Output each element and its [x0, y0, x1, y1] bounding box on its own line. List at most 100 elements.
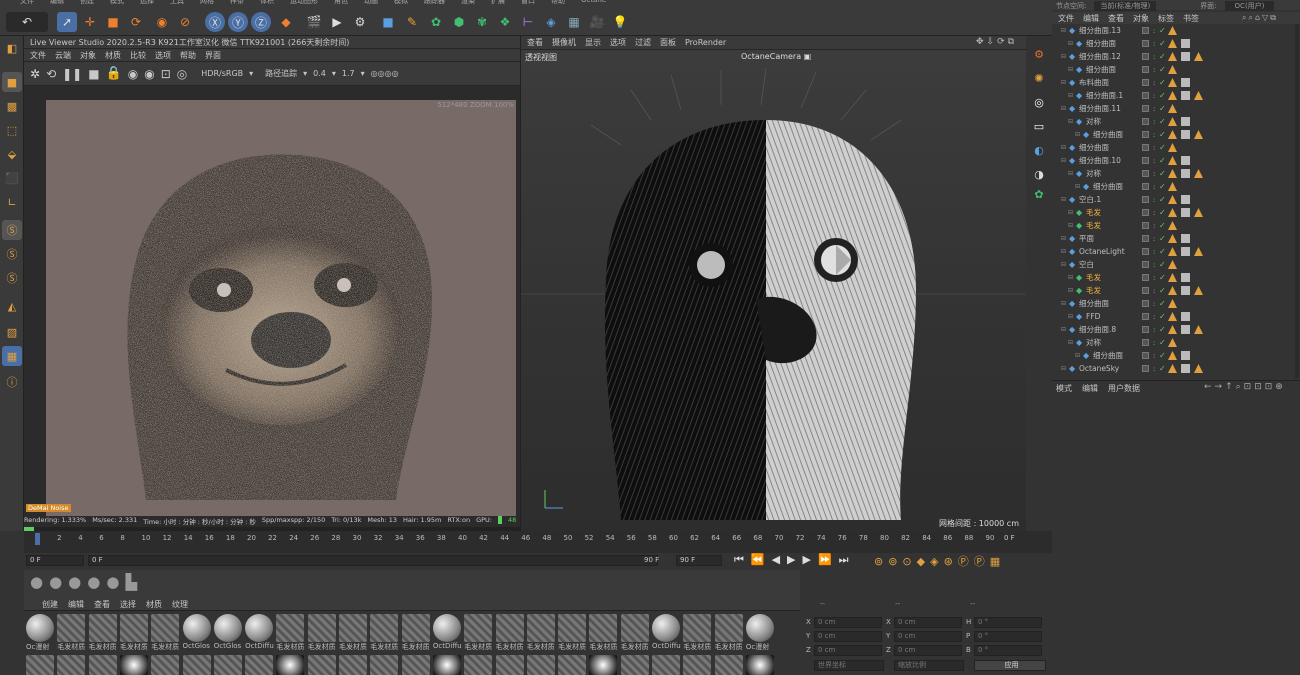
visibility-icon[interactable]: : — [1153, 235, 1155, 243]
layer-checkbox[interactable] — [1142, 170, 1149, 177]
material-swatch[interactable] — [339, 655, 367, 675]
visibility-icon[interactable]: : — [1153, 248, 1155, 256]
coord-value-field[interactable]: 0 ° — [974, 631, 1042, 642]
expand-icon[interactable]: ⊟ — [1061, 79, 1066, 86]
layer-checkbox[interactable] — [1142, 27, 1149, 34]
layer-checkbox[interactable] — [1142, 274, 1149, 281]
pause-icon[interactable]: ❚❚ — [62, 67, 82, 81]
tracing-select[interactable]: 路径追踪 — [265, 68, 297, 79]
menu-item[interactable]: 帮助 — [551, 0, 565, 4]
octane-settings-icon[interactable]: ⚙ — [1029, 44, 1049, 64]
visibility-icon[interactable]: : — [1153, 92, 1155, 100]
menu-item[interactable]: 查看 — [94, 599, 110, 610]
material-swatch[interactable] — [745, 614, 774, 642]
expand-icon[interactable]: ⊟ — [1068, 118, 1073, 125]
layer-checkbox[interactable] — [1142, 352, 1149, 359]
menu-item[interactable]: ProRender — [685, 38, 726, 47]
coord-value-field[interactable]: 0 cm — [894, 645, 962, 656]
expand-icon[interactable]: ⊟ — [1068, 209, 1073, 216]
coord-value-field[interactable]: 0 ° — [974, 645, 1042, 656]
object-row[interactable]: ⊟ ◆ 细分曲面: ✓ — [1054, 297, 1294, 310]
render-picture-icon[interactable]: ▶ — [327, 12, 347, 32]
make-editable-icon[interactable]: ■ — [2, 72, 22, 92]
timeline-playhead[interactable] — [35, 533, 40, 545]
menu-item[interactable]: 动画 — [364, 0, 378, 4]
material-swatch[interactable] — [620, 614, 649, 642]
layer-checkbox[interactable] — [1142, 66, 1149, 73]
layer-checkbox[interactable] — [1142, 222, 1149, 229]
lock-viewer-icon[interactable]: 🔒 — [106, 66, 122, 81]
material-swatch[interactable] — [683, 655, 712, 675]
layer-checkbox[interactable] — [1142, 313, 1149, 320]
tag-icon[interactable] — [1194, 247, 1203, 256]
grid-icon[interactable]: ▨ — [2, 322, 22, 342]
tag-icon[interactable] — [1194, 130, 1203, 139]
material-swatch[interactable] — [151, 614, 180, 642]
tag-icon[interactable] — [1181, 117, 1190, 126]
material-swatch[interactable] — [558, 655, 587, 675]
octane-scatter-icon[interactable]: ✿ — [1029, 184, 1049, 204]
visibility-icon[interactable]: : — [1153, 287, 1155, 295]
object-row[interactable]: ⊟ ◆ 毛发: ✓ — [1054, 206, 1294, 219]
viewport-canvas[interactable]: 透视视图 OctaneCamera ▣ 网格间距: 10000 cm — [521, 50, 1027, 531]
menu-item[interactable]: 过滤 — [635, 37, 651, 48]
material-swatch[interactable] — [119, 655, 148, 675]
expand-icon[interactable]: ⊟ — [1061, 144, 1066, 151]
tag-icon[interactable] — [1168, 117, 1177, 126]
viewport-nav-icons[interactable]: ✥⇩⟳⧉ — [976, 37, 1017, 47]
material-swatch[interactable] — [401, 614, 430, 642]
layer-checkbox[interactable] — [1142, 339, 1149, 346]
menu-item[interactable]: 编辑 — [50, 0, 64, 4]
enabled-check-icon[interactable]: ✓ — [1159, 286, 1166, 295]
enabled-check-icon[interactable]: ✓ — [1159, 260, 1166, 269]
tag-icon[interactable] — [1181, 169, 1190, 178]
material-swatch[interactable] — [714, 614, 743, 642]
enabled-check-icon[interactable]: ✓ — [1159, 156, 1166, 165]
material-swatch[interactable] — [589, 614, 618, 642]
menu-item[interactable]: 材质 — [105, 50, 121, 61]
object-row[interactable]: ⊟ ◆ 细分曲面: ✓ — [1054, 180, 1294, 193]
tag-icon[interactable] — [1194, 364, 1203, 373]
texture-mode-icon[interactable]: ▩ — [2, 96, 22, 116]
expand-icon[interactable]: ⊟ — [1061, 105, 1066, 112]
material-swatch[interactable] — [88, 655, 117, 675]
expand-icon[interactable]: ⊟ — [1068, 170, 1073, 177]
scene-icon[interactable]: ◈ — [541, 12, 561, 32]
material-swatch[interactable] — [245, 614, 274, 642]
material-swatch[interactable] — [589, 655, 618, 675]
material-swatch[interactable] — [57, 655, 86, 675]
object-row[interactable]: ⊟ ◆ 对称: ✓ — [1054, 167, 1294, 180]
expand-icon[interactable]: ⊟ — [1061, 27, 1066, 34]
expand-icon[interactable]: ⊟ — [1068, 92, 1073, 99]
material-swatch[interactable] — [182, 655, 211, 675]
material-swatch[interactable] — [432, 655, 461, 675]
expand-icon[interactable]: ⊟ — [1075, 352, 1080, 359]
visibility-icon[interactable]: : — [1153, 313, 1155, 321]
object-row[interactable]: ⊟ ◆ 细分曲面: ✓ — [1054, 141, 1294, 154]
tag-icon[interactable] — [1168, 130, 1177, 139]
material-swatch[interactable] — [495, 655, 524, 675]
material-swatch[interactable] — [307, 655, 336, 675]
visibility-icon[interactable]: : — [1153, 339, 1155, 347]
magnet-icon[interactable]: ◭ — [2, 296, 22, 316]
tag-icon[interactable] — [1181, 273, 1190, 282]
menu-item[interactable]: 编辑 — [1082, 383, 1098, 394]
visibility-icon[interactable]: : — [1153, 196, 1155, 204]
layer-checkbox[interactable] — [1142, 131, 1149, 138]
object-row[interactable]: ⊟ ◆ 毛发: ✓ — [1054, 219, 1294, 232]
layer-checkbox[interactable] — [1142, 300, 1149, 307]
enabled-check-icon[interactable]: ✓ — [1159, 91, 1166, 100]
menu-item[interactable]: 创建 — [80, 0, 94, 4]
material-swatch[interactable] — [464, 614, 493, 642]
send-scene-icon[interactable]: ✲ — [30, 67, 40, 81]
layer-checkbox[interactable] — [1142, 365, 1149, 372]
tag-icon[interactable] — [1168, 182, 1177, 191]
z-axis-icon[interactable]: Ⓩ — [251, 12, 271, 32]
material-swatch[interactable] — [213, 614, 242, 642]
lock-icon[interactable]: ⓘ — [2, 372, 22, 392]
tag-icon[interactable] — [1168, 104, 1177, 113]
value-a-field[interactable]: 0.4 — [313, 69, 326, 78]
region-icon[interactable]: ⊡ — [161, 67, 171, 81]
coord-mode-select[interactable]: 世界坐标 — [814, 660, 884, 671]
enabled-check-icon[interactable]: ✓ — [1159, 104, 1166, 113]
